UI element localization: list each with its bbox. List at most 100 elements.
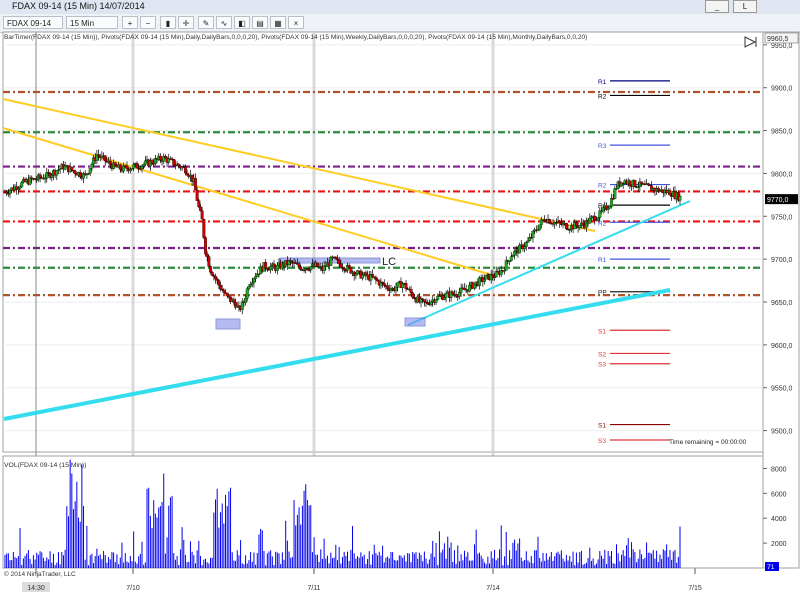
candle-body <box>574 222 578 227</box>
candle-body <box>118 164 122 170</box>
candle-body <box>434 299 438 303</box>
candle-body <box>444 293 448 298</box>
candle-body <box>225 292 229 297</box>
candle-body <box>601 207 605 211</box>
candle-body <box>172 159 176 166</box>
candle-body <box>297 263 301 267</box>
candle-body <box>564 223 568 230</box>
candle-body <box>132 164 136 169</box>
candle-body <box>232 299 236 303</box>
pivot-label: S3 <box>598 438 606 445</box>
candle-body <box>200 210 204 220</box>
candle-body <box>509 256 513 261</box>
candle-body <box>337 259 341 264</box>
time-remaining-label: Time remaining = 00:00:00 <box>669 439 747 446</box>
candle-body <box>588 218 592 224</box>
pivot-label: R1 <box>598 79 607 86</box>
candle-body <box>215 278 219 281</box>
candle-body <box>90 164 94 169</box>
candle-body <box>376 279 380 282</box>
candle-body <box>504 260 508 271</box>
support-box <box>404 317 426 327</box>
candle-body <box>578 225 582 229</box>
candle-body <box>396 282 400 288</box>
pivot-label: S3 <box>598 362 606 369</box>
candle-body <box>58 168 62 170</box>
candle-body <box>97 154 101 157</box>
indicator-header: BarTimer(FDAX 09-14 (15 Min)), Pivots(FD… <box>4 34 587 41</box>
candle-body <box>57 169 60 171</box>
candle-body <box>18 186 22 189</box>
candle-body <box>16 188 20 190</box>
candle-body <box>103 155 107 162</box>
candle-body <box>140 165 144 169</box>
y-tick-label: 9800,0 <box>771 171 793 178</box>
candle-body <box>422 299 426 303</box>
candle-body <box>305 268 309 270</box>
annotation-label: LC <box>382 256 396 268</box>
candle-body <box>628 180 632 186</box>
candle-body <box>150 160 154 164</box>
candle-body <box>275 264 279 271</box>
candle-body <box>451 291 455 295</box>
candle-body <box>265 268 269 270</box>
candle-body <box>608 206 612 209</box>
candle-body <box>442 297 446 300</box>
candle-body <box>524 242 528 247</box>
candle-body <box>468 284 471 292</box>
candle-body <box>113 162 117 166</box>
candle-body <box>108 160 112 165</box>
candle-body <box>240 301 244 310</box>
candle-body <box>342 268 346 271</box>
candle-body <box>222 290 226 293</box>
candle-body <box>458 292 461 297</box>
x-tick-label: 7/15 <box>688 585 702 592</box>
candle-body <box>247 286 251 289</box>
y-tick-label: 9650,0 <box>771 300 793 307</box>
y-tick-label: 9500,0 <box>771 429 793 436</box>
candle-body <box>633 179 637 187</box>
candle-body <box>511 255 515 257</box>
pivot-label: R2 <box>598 220 607 227</box>
pivot-label: R1 <box>598 257 607 264</box>
y-tick-label: 9850,0 <box>771 129 793 136</box>
candle-body <box>177 163 181 167</box>
candle-body <box>237 305 241 308</box>
copyright-text: © 2014 NinjaTrader, LLC <box>4 570 76 578</box>
volume-y-tick-label: 6000 <box>771 491 787 498</box>
current-price-label: 9770,0 <box>767 197 789 204</box>
pivot-label: R2 <box>598 93 607 100</box>
candle-body <box>518 244 522 254</box>
y-tick-label: 9600,0 <box>771 343 793 350</box>
candle-body <box>202 219 206 238</box>
candle-body <box>5 192 9 194</box>
candle-body <box>35 179 39 181</box>
candle-body <box>315 262 319 268</box>
candle-body <box>381 281 385 284</box>
chart-canvas: 9950,0 9900,0 9850,0 9800,0 9750,0 9700,0 9650… <box>2 31 800 592</box>
pivot-label: S1 <box>598 328 606 335</box>
candle-body <box>73 170 77 174</box>
candle-body <box>214 276 217 280</box>
candle-body <box>128 169 132 172</box>
candle-body <box>20 182 24 188</box>
candle-body <box>394 287 398 291</box>
candle-body <box>538 224 542 230</box>
candle-body <box>411 292 415 298</box>
candle-body <box>210 272 214 276</box>
candle-body <box>526 240 530 243</box>
pivot-label: R2 <box>598 183 607 190</box>
candle-body <box>244 298 248 303</box>
candle-body <box>209 266 212 273</box>
candle-body <box>523 246 527 250</box>
candle-body <box>596 217 600 221</box>
candle-body <box>299 266 303 270</box>
candle-body <box>252 278 256 283</box>
candle-body <box>426 302 430 305</box>
candle-body <box>389 289 393 291</box>
candle-body <box>484 275 488 280</box>
candle-body <box>409 288 413 293</box>
candle-body <box>55 170 59 176</box>
candle-body <box>478 277 481 286</box>
volume-panel-title: VOL(FDAX 09-14 (15 Min)) <box>4 462 86 469</box>
